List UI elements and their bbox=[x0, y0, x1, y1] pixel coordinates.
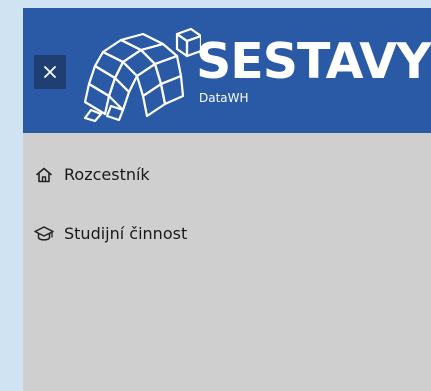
cube-logo-icon bbox=[83, 27, 201, 122]
menu-item-studijni-cinnost[interactable]: Studijní činnost bbox=[23, 212, 431, 256]
menu-item-label: Studijní činnost bbox=[64, 224, 188, 243]
app-frame: SESTAVY DataWH Rozcestník Studijní činno… bbox=[23, 8, 431, 391]
menu-item-label: Rozcestník bbox=[64, 165, 150, 184]
close-icon bbox=[44, 66, 56, 78]
brand-title: SESTAVY bbox=[196, 33, 431, 90]
close-button[interactable] bbox=[34, 55, 66, 89]
header: SESTAVY DataWH bbox=[23, 8, 431, 133]
menu-item-rozcestnik[interactable]: Rozcestník bbox=[23, 153, 431, 197]
graduation-cap-icon bbox=[34, 224, 54, 244]
brand-subtitle: DataWH bbox=[199, 91, 249, 105]
home-icon bbox=[34, 165, 54, 185]
